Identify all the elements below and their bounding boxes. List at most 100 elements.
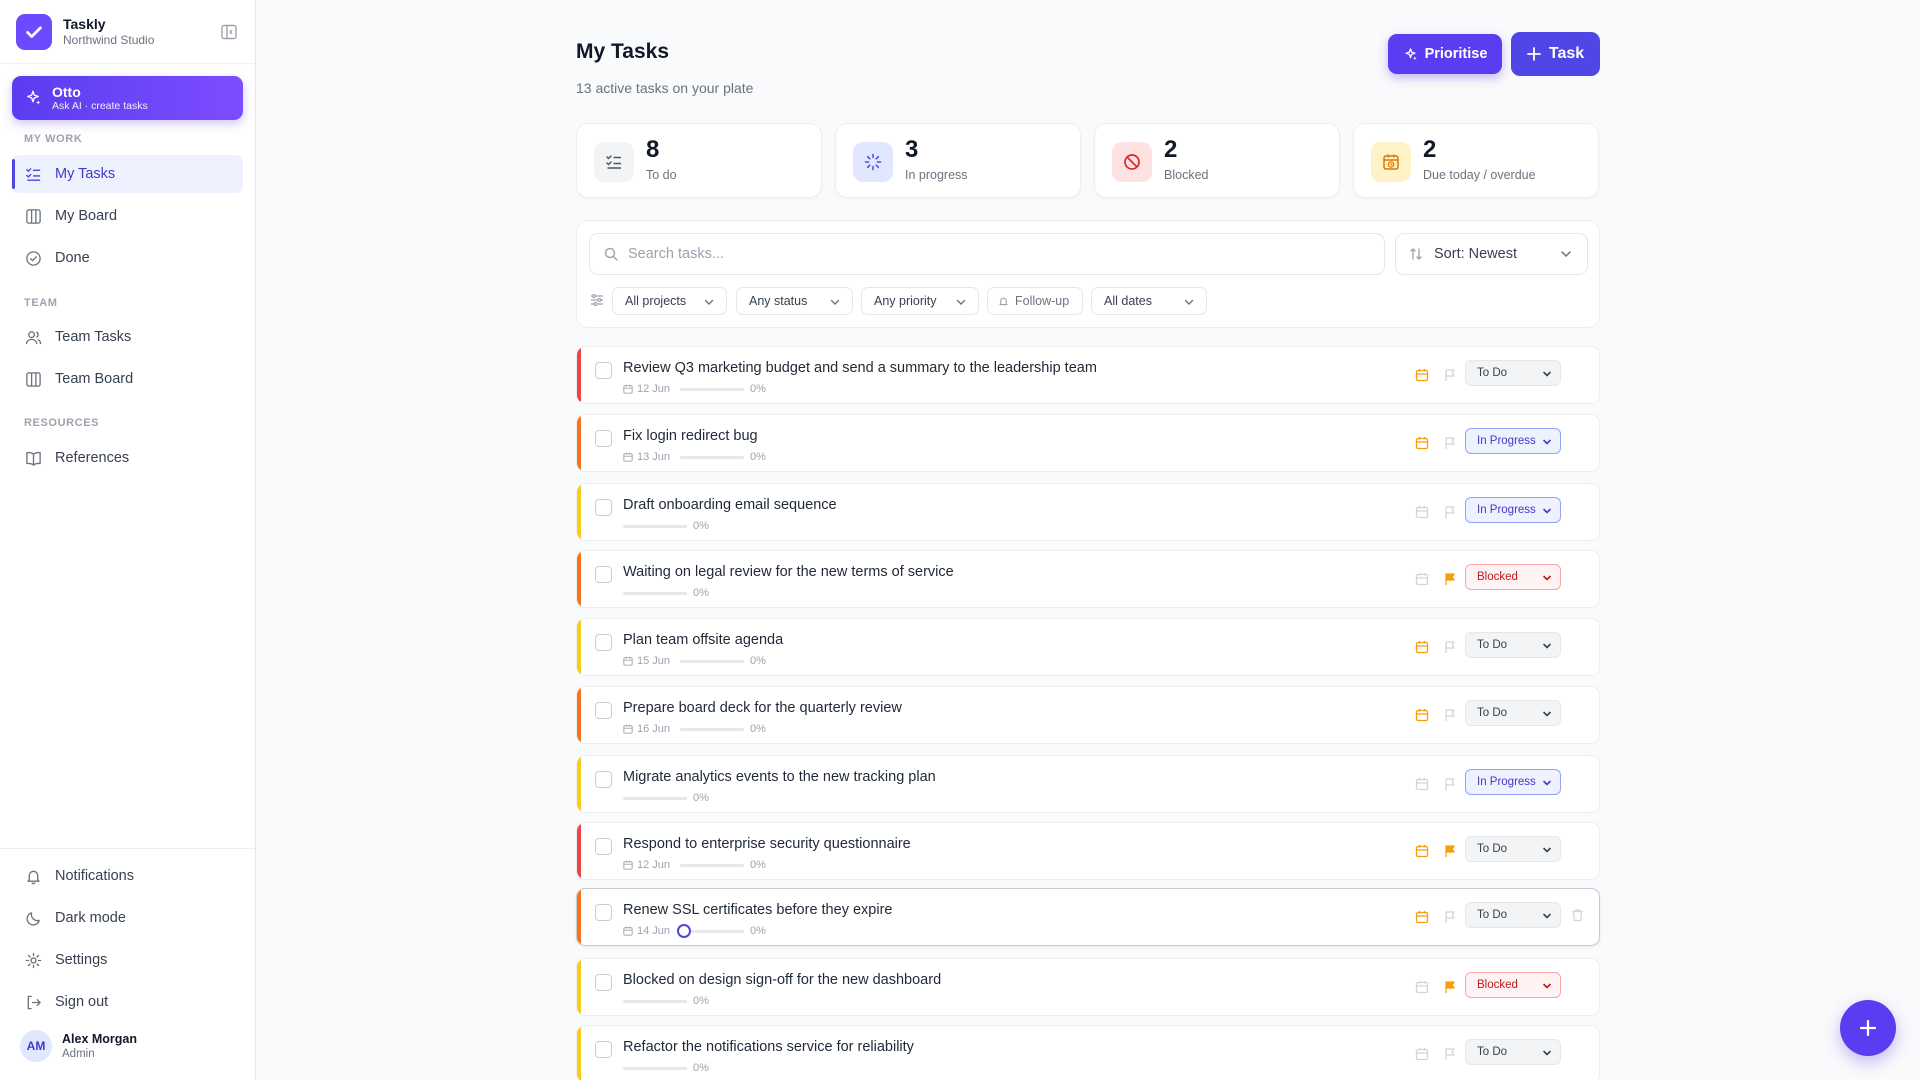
task-checkbox[interactable] — [595, 499, 612, 516]
task-row[interactable]: Plan team offsite agenda 15 Jun 0% To Do — [576, 618, 1600, 676]
calendar-icon[interactable] — [1415, 436, 1429, 450]
prioritise-button[interactable]: Prioritise — [1388, 34, 1502, 74]
progress-slider[interactable] — [677, 923, 745, 938]
flag-icon[interactable] — [1443, 1047, 1457, 1061]
task-checkbox[interactable] — [595, 634, 612, 651]
status-select[interactable]: In Progress — [1465, 497, 1561, 523]
progress-slider[interactable] — [680, 387, 745, 391]
calendar-icon[interactable] — [1415, 640, 1429, 654]
trash-icon[interactable] — [1571, 908, 1584, 922]
task-title[interactable]: Prepare board deck for the quarterly rev… — [623, 700, 902, 716]
calendar-icon[interactable] — [1415, 844, 1429, 858]
flag-icon[interactable] — [1443, 844, 1457, 858]
sidebar-item-settings[interactable]: Settings — [12, 941, 243, 979]
task-checkbox[interactable] — [595, 904, 612, 921]
sidebar-item-my-tasks[interactable]: My Tasks — [12, 155, 243, 193]
status-select[interactable]: In Progress — [1465, 769, 1561, 795]
stat-card-due[interactable]: 2 Due today / overdue — [1353, 123, 1599, 198]
status-select[interactable]: To Do — [1465, 836, 1561, 862]
task-row[interactable]: Respond to enterprise security questionn… — [576, 822, 1600, 880]
progress-slider[interactable] — [623, 796, 687, 800]
status-select[interactable]: Blocked — [1465, 564, 1561, 590]
flag-icon[interactable] — [1443, 777, 1457, 791]
task-title[interactable]: Fix login redirect bug — [623, 428, 758, 444]
otto-assistant-button[interactable]: Otto Ask AI · create tasks — [12, 76, 243, 120]
task-title[interactable]: Plan team offsite agenda — [623, 632, 783, 648]
sidebar-item-notifications[interactable]: Notifications — [12, 857, 243, 895]
flag-icon[interactable] — [1443, 505, 1457, 519]
calendar-icon[interactable] — [1415, 572, 1429, 586]
task-row[interactable]: Review Q3 marketing budget and send a su… — [576, 346, 1600, 404]
task-checkbox[interactable] — [595, 430, 612, 447]
task-row[interactable]: Renew SSL certificates before they expir… — [576, 888, 1600, 946]
flag-icon[interactable] — [1443, 708, 1457, 722]
sidebar-item-my-board[interactable]: My Board — [12, 197, 243, 235]
task-row[interactable]: Fix login redirect bug 13 Jun 0% In Prog… — [576, 414, 1600, 472]
status-select[interactable]: To Do — [1465, 902, 1561, 928]
task-checkbox[interactable] — [595, 362, 612, 379]
status-select[interactable]: In Progress — [1465, 428, 1561, 454]
task-title[interactable]: Waiting on legal review for the new term… — [623, 564, 954, 580]
search-box[interactable] — [589, 233, 1385, 275]
flag-icon[interactable] — [1443, 980, 1457, 994]
calendar-icon[interactable] — [1415, 910, 1429, 924]
progress-slider[interactable] — [680, 455, 745, 459]
task-title[interactable]: Review Q3 marketing budget and send a su… — [623, 360, 1097, 376]
progress-slider[interactable] — [623, 591, 687, 595]
filter-projects[interactable]: All projects — [612, 287, 727, 315]
progress-slider[interactable] — [623, 1066, 687, 1070]
progress-slider[interactable] — [680, 659, 745, 663]
sidebar-item-team-tasks[interactable]: Team Tasks — [12, 318, 243, 356]
task-row[interactable]: Refactor the notifications service for r… — [576, 1025, 1600, 1080]
sidebar-item-team-board[interactable]: Team Board — [12, 360, 243, 398]
calendar-icon[interactable] — [1415, 1047, 1429, 1061]
progress-slider[interactable] — [623, 524, 687, 528]
collapse-sidebar-icon[interactable] — [220, 23, 238, 41]
task-title[interactable]: Migrate analytics events to the new trac… — [623, 769, 936, 785]
status-select[interactable]: Blocked — [1465, 972, 1561, 998]
filter-status[interactable]: Any status — [736, 287, 853, 315]
sidebar-item-done[interactable]: Done — [12, 239, 243, 277]
task-row[interactable]: Draft onboarding email sequence 0% In Pr… — [576, 483, 1600, 541]
status-select[interactable]: To Do — [1465, 1039, 1561, 1065]
task-checkbox[interactable] — [595, 1041, 612, 1058]
task-checkbox[interactable] — [595, 702, 612, 719]
task-title[interactable]: Blocked on design sign-off for the new d… — [623, 972, 941, 988]
sidebar-item-sign-out[interactable]: Sign out — [12, 983, 243, 1021]
task-row[interactable]: Migrate analytics events to the new trac… — [576, 755, 1600, 813]
filter-dates[interactable]: All dates — [1091, 287, 1207, 315]
sort-select[interactable]: Sort: Newest — [1395, 233, 1588, 275]
status-select[interactable]: To Do — [1465, 632, 1561, 658]
filter-follow-up[interactable]: Follow-up — [987, 287, 1083, 315]
flag-icon[interactable] — [1443, 368, 1457, 382]
task-row[interactable]: Blocked on design sign-off for the new d… — [576, 958, 1600, 1016]
sidebar-item-dark-mode[interactable]: Dark mode — [12, 899, 243, 937]
task-title[interactable]: Renew SSL certificates before they expir… — [623, 902, 892, 918]
task-checkbox[interactable] — [595, 771, 612, 788]
stat-card-todo[interactable]: 8 To do — [576, 123, 822, 198]
flag-icon[interactable] — [1443, 572, 1457, 586]
task-title[interactable]: Refactor the notifications service for r… — [623, 1039, 914, 1055]
progress-slider-handle[interactable] — [677, 923, 692, 938]
status-select[interactable]: To Do — [1465, 700, 1561, 726]
calendar-icon[interactable] — [1415, 708, 1429, 722]
search-input[interactable] — [628, 246, 1328, 262]
flag-icon[interactable] — [1443, 436, 1457, 450]
calendar-icon[interactable] — [1415, 368, 1429, 382]
progress-slider[interactable] — [623, 999, 687, 1003]
task-row[interactable]: Prepare board deck for the quarterly rev… — [576, 686, 1600, 744]
filter-priority[interactable]: Any priority — [861, 287, 979, 315]
add-task-button[interactable]: Task — [1511, 32, 1600, 76]
calendar-icon[interactable] — [1415, 777, 1429, 791]
task-checkbox[interactable] — [595, 838, 612, 855]
task-checkbox[interactable] — [595, 566, 612, 583]
progress-slider[interactable] — [680, 727, 745, 731]
flag-icon[interactable] — [1443, 910, 1457, 924]
user-profile[interactable]: AM Alex Morgan Admin — [20, 1030, 137, 1062]
task-title[interactable]: Draft onboarding email sequence — [623, 497, 837, 513]
flag-icon[interactable] — [1443, 640, 1457, 654]
progress-slider[interactable] — [680, 863, 745, 867]
calendar-icon[interactable] — [1415, 505, 1429, 519]
task-checkbox[interactable] — [595, 974, 612, 991]
task-title[interactable]: Respond to enterprise security questionn… — [623, 836, 911, 852]
